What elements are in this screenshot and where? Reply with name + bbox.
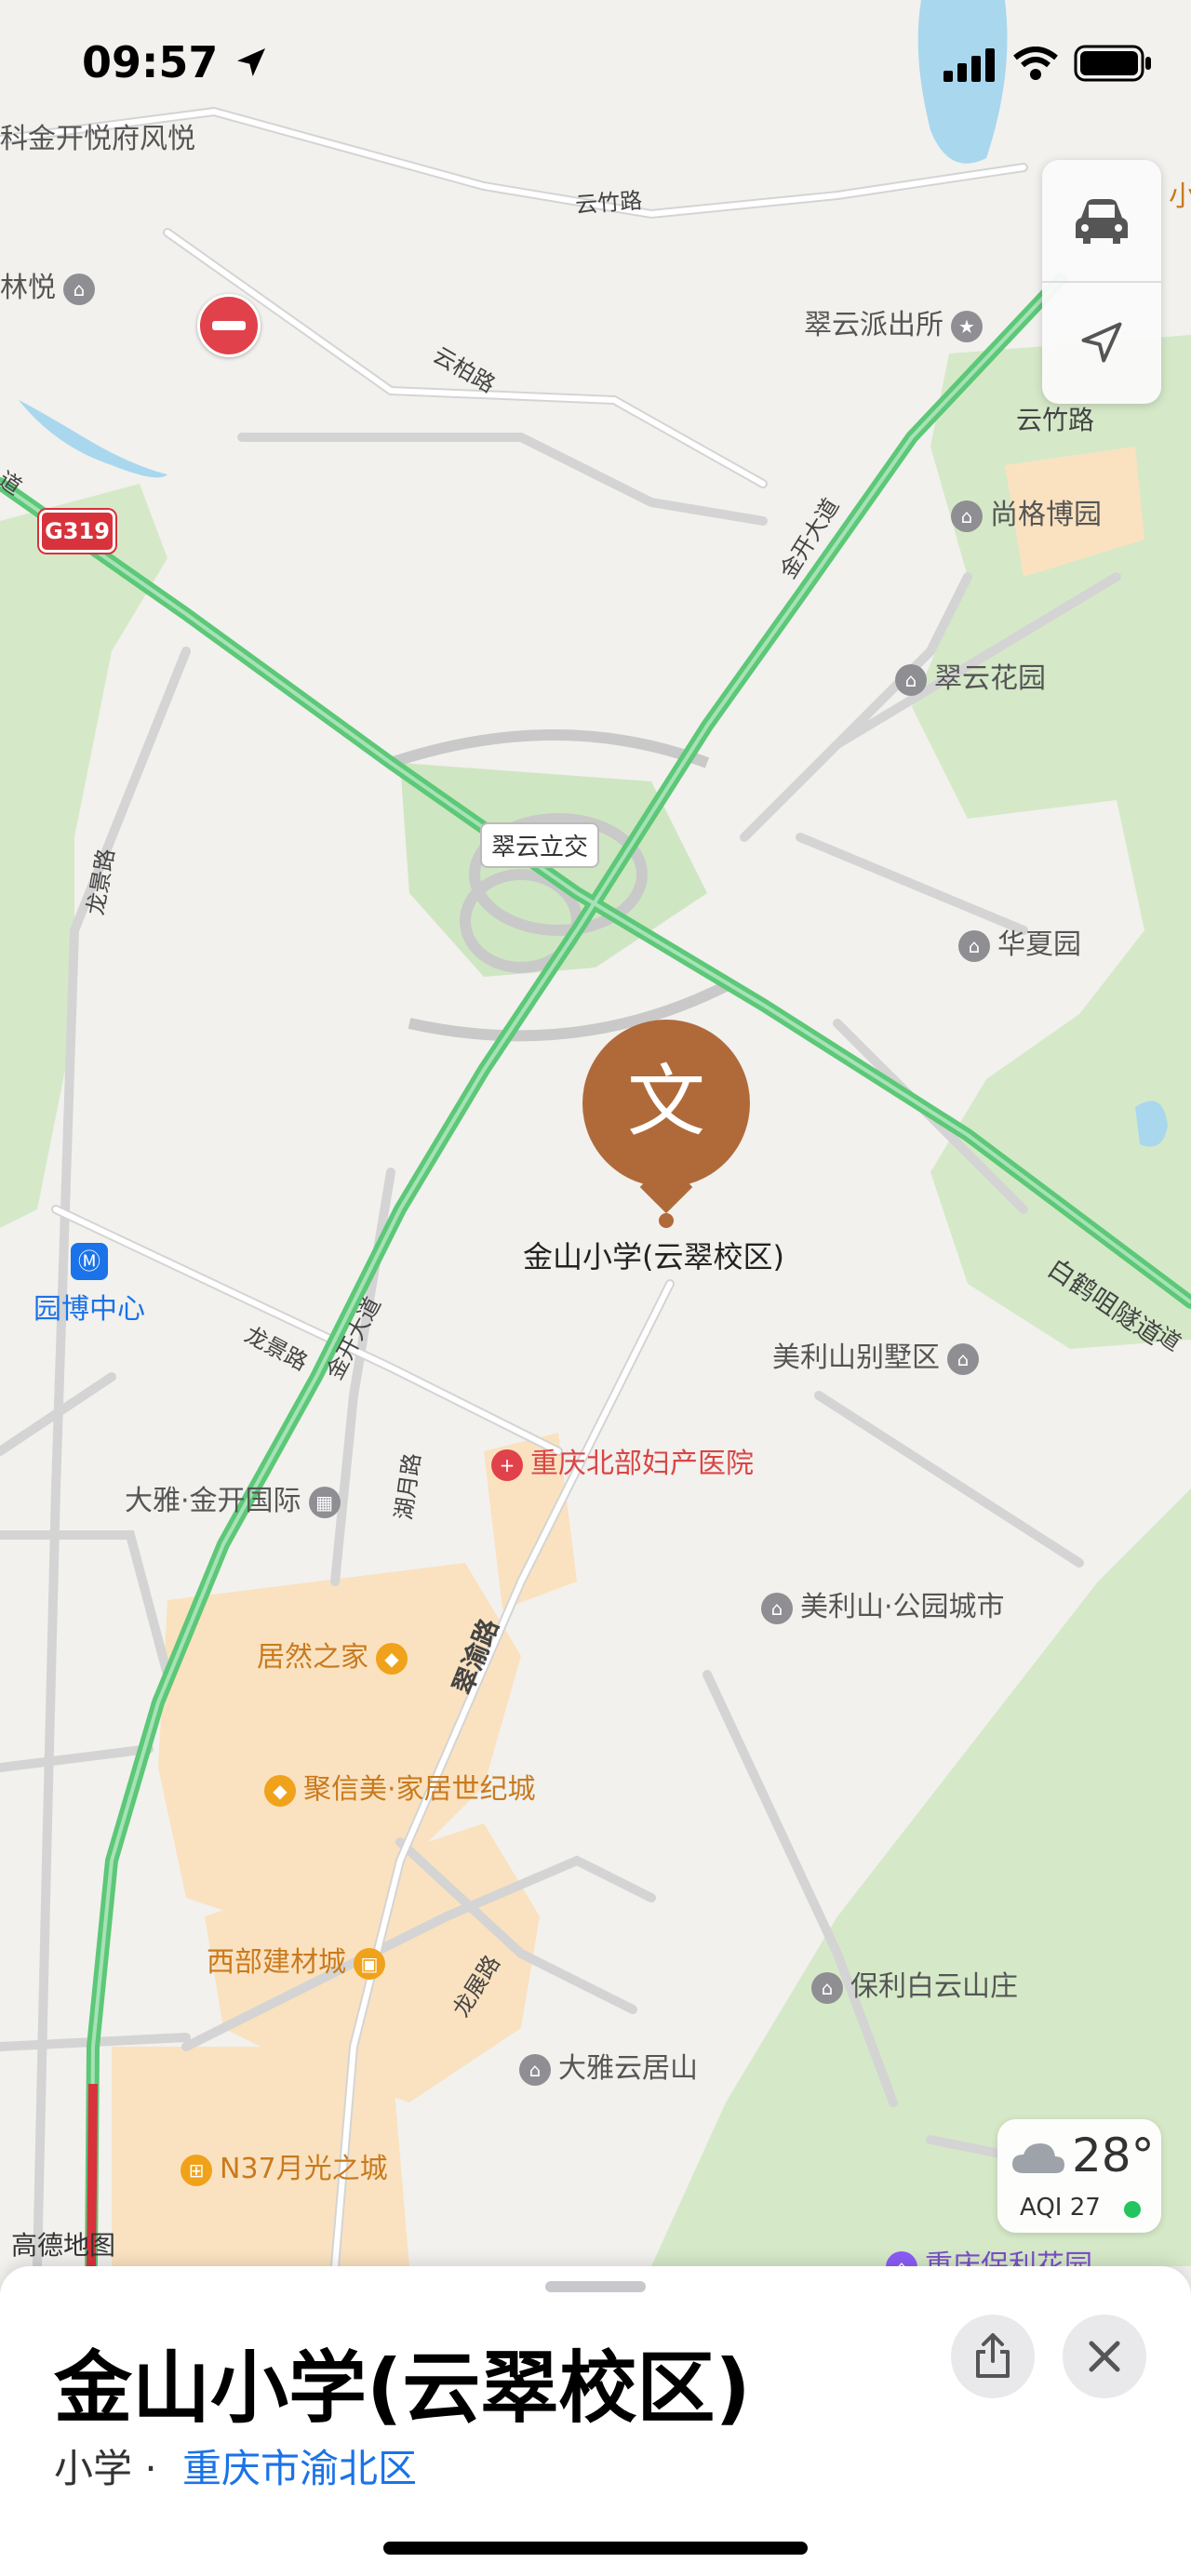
- close-icon: [1089, 2341, 1120, 2372]
- highway-shield-text: G319: [45, 518, 110, 544]
- poi-n37[interactable]: ⊞ N37月光之城: [173, 2145, 388, 2186]
- locate-me-button[interactable]: [1042, 283, 1161, 404]
- status-icons: [943, 45, 1154, 86]
- map-attribution: 高德地图: [11, 2230, 116, 2261]
- sheet-grabber[interactable]: [545, 2281, 646, 2292]
- location-active-icon: [237, 48, 266, 76]
- building-icon: ▦: [308, 1486, 341, 1518]
- no-entry-icon: [197, 294, 261, 357]
- share-icon: [976, 2333, 1010, 2378]
- road-label-yunzhu: 云竹路: [574, 187, 644, 219]
- close-button[interactable]: [1063, 2315, 1146, 2398]
- poi-edge-right: 小: [1169, 180, 1191, 213]
- share-button[interactable]: [951, 2315, 1035, 2398]
- police-icon: ★: [951, 310, 983, 342]
- interchange-label-text: 翠云立交: [491, 834, 589, 861]
- shopping-icon: ◆: [264, 1774, 296, 1807]
- place-category: 小学 ·: [54, 2446, 157, 2491]
- residence-icon: ⌂: [895, 663, 927, 696]
- poi-juranzhijia[interactable]: 居然之家 ◆: [257, 1634, 415, 1675]
- poi-kejin[interactable]: 科金开悦府风悦: [0, 115, 195, 156]
- place-region-link[interactable]: 重庆市渝北区: [182, 2437, 417, 2494]
- interchange-label: 翠云立交: [480, 822, 600, 868]
- car-icon: [1076, 199, 1128, 244]
- poi-baoli-baiyun[interactable]: ⌂ 保利白云山庄: [804, 1963, 1018, 2004]
- poi-cuiyun-police[interactable]: 翠云派出所 ★: [804, 301, 990, 342]
- selected-place-label: 金山小学(云翠校区): [523, 1239, 784, 1275]
- school-icon: 文: [626, 1056, 705, 1147]
- residence-icon: ⌂: [811, 1971, 843, 2004]
- wifi-icon: [1013, 47, 1058, 80]
- residence-icon: ⌂: [951, 500, 983, 532]
- highway-shield: G319: [39, 510, 115, 553]
- poi-huaxia[interactable]: ⌂ 华夏园: [951, 921, 1081, 962]
- weather-temp: 28°: [1072, 2129, 1155, 2182]
- poi-xibu-jiancai[interactable]: 西部建材城 ▣: [207, 1939, 393, 1980]
- home-indicator: [383, 2542, 808, 2555]
- place-title: 金山小学(云翠校区): [54, 2342, 751, 2434]
- poi-daya-yunjushan[interactable]: ⌂ 大雅云居山: [512, 2045, 698, 2086]
- signal-icon: [943, 48, 995, 82]
- metro-icon: Ⓜ: [71, 1243, 108, 1280]
- weather-widget[interactable]: 28° AQI 27: [997, 2119, 1161, 2233]
- poi-hospital[interactable]: + 重庆北部妇产医院: [484, 1440, 754, 1481]
- poi-cuiyun-garden[interactable]: ⌂ 翠云花园: [888, 655, 1046, 696]
- metro-station[interactable]: Ⓜ 园博中心: [33, 1243, 145, 1327]
- poi-juxinmei[interactable]: ◆ 聚信美·家居世纪城: [257, 1766, 536, 1807]
- metro-station-label: 园博中心: [33, 1293, 145, 1326]
- hospital-icon: +: [491, 1448, 523, 1481]
- poi-daya-jinkai[interactable]: 大雅·金开国际 ▦: [125, 1477, 348, 1518]
- residence-icon: ⌂: [761, 1592, 793, 1624]
- battery-icon: [1074, 45, 1151, 82]
- aqi-status-dot: [1124, 2201, 1141, 2218]
- shopping-icon: ◆: [376, 1642, 408, 1675]
- shopping-bag-icon: ▣: [354, 1947, 385, 1980]
- residence-icon: ⌂: [519, 2053, 551, 2086]
- location-arrow-icon: [1081, 322, 1122, 363]
- map-controls: [1042, 160, 1161, 404]
- weather-aqi: AQI 27: [1020, 2194, 1101, 2222]
- status-time: 09:57: [82, 37, 270, 87]
- poi-meilishan-park[interactable]: ⌂ 美利山·公园城市: [754, 1583, 1005, 1624]
- selected-place-pin[interactable]: 文: [582, 1020, 752, 1228]
- place-sheet[interactable]: 金山小学(云翠校区) 小学 · 重庆市渝北区: [0, 2266, 1191, 2576]
- road-label-yunzhu-east: 云竹路: [1016, 405, 1095, 435]
- driving-mode-button[interactable]: [1042, 160, 1161, 281]
- poi-linyue[interactable]: 林悦 ⌂: [0, 264, 102, 305]
- residence-icon: ⌂: [958, 929, 990, 962]
- poi-meilishan-villa[interactable]: 美利山别墅区 ⌂: [772, 1334, 986, 1375]
- poi-shangge[interactable]: ⌂ 尚格博园: [943, 491, 1102, 532]
- shopping-cart-icon: ⊞: [181, 2154, 212, 2186]
- cloud-icon: [1012, 2143, 1064, 2173]
- residence-icon: ⌂: [63, 273, 95, 305]
- residence-icon: ⌂: [947, 1342, 979, 1375]
